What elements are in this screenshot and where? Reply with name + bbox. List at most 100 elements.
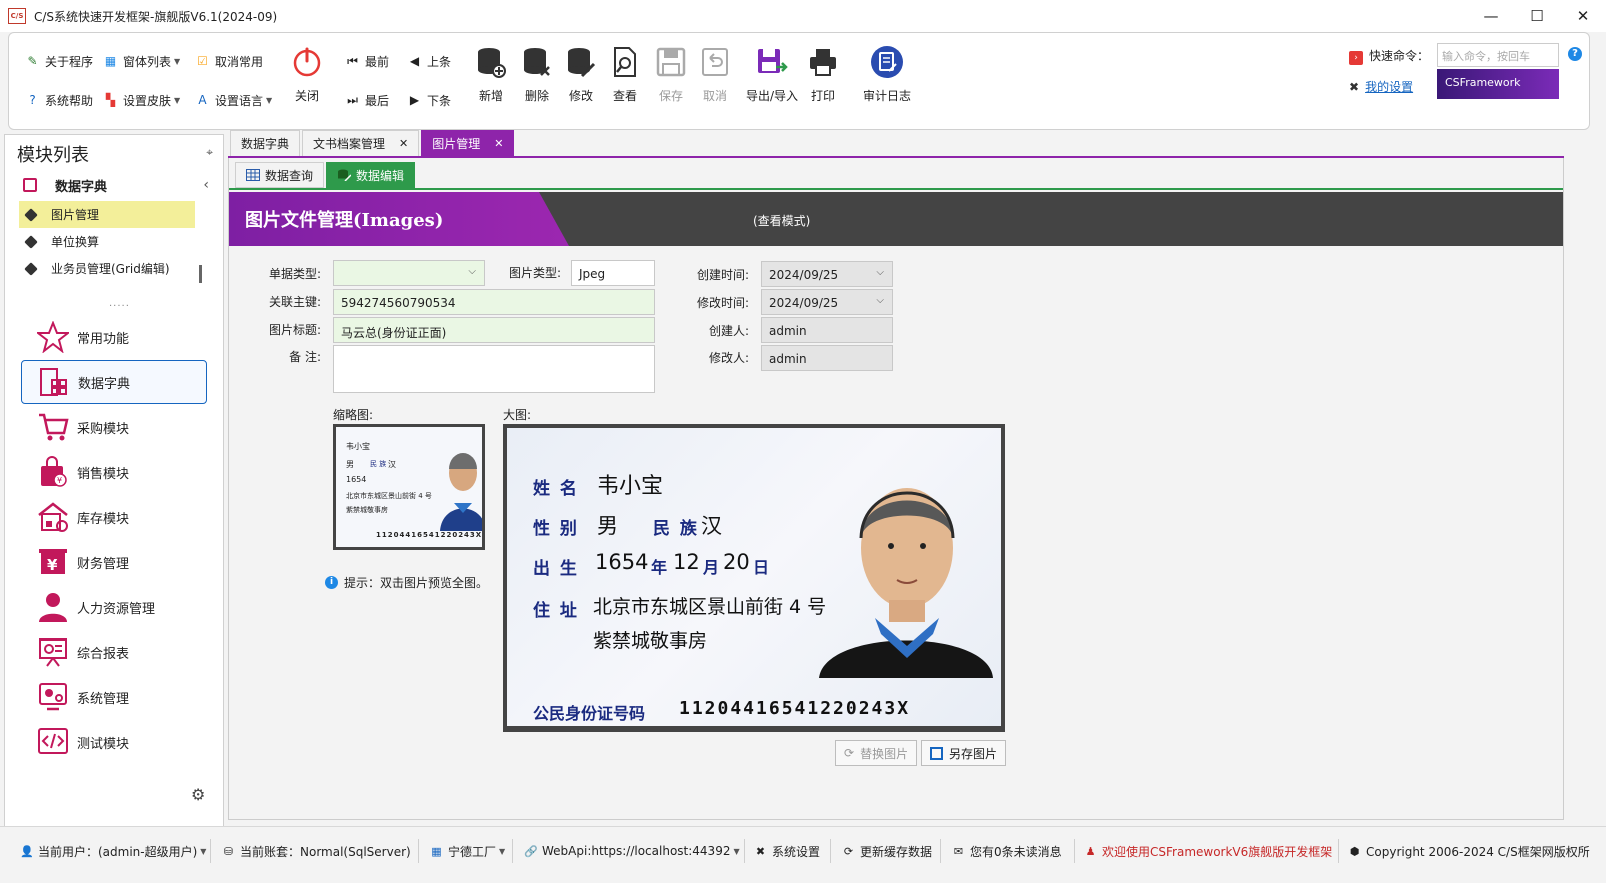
creator-field[interactable]: admin (761, 317, 893, 343)
replace-image-button[interactable]: ⟳ 替换图片 (835, 740, 918, 766)
person-icon (35, 589, 71, 625)
last-record-button[interactable]: ⏭ 最后 (345, 92, 389, 109)
tab-data-dictionary[interactable]: 数据字典 (230, 130, 301, 156)
tab-document-archive[interactable]: 文书档案管理 ✕ (302, 130, 420, 156)
image-type-field[interactable]: Jpeg (571, 260, 655, 286)
close-icon[interactable]: ✕ (399, 137, 408, 150)
creator-label: 创建人: (708, 324, 749, 338)
last-icon: ⏭ (347, 93, 358, 107)
nav-item-unit-conversion[interactable]: 单位换算 (19, 228, 195, 255)
close-window-button[interactable]: ✕ (1560, 0, 1606, 32)
status-factory[interactable]: ▦ 宁德工厂 ▼ (430, 841, 505, 861)
about-button[interactable]: ✎ 关于程序 (25, 53, 93, 70)
id-address-2: 紫禁城敬事房 (593, 630, 708, 652)
terminal-icon: › (1349, 51, 1363, 65)
module-sales[interactable]: ¥ 销售模块 (21, 450, 207, 494)
doc-type-select[interactable]: ⌵ (333, 260, 485, 286)
database-edit-small-icon (338, 169, 352, 181)
tab-image-management[interactable]: 图片管理 ✕ (421, 130, 515, 156)
tab-data-edit[interactable]: 数据编辑 (326, 162, 416, 188)
thumb-name: 韦小宝 (346, 442, 370, 451)
print-button[interactable]: 打印 (795, 45, 851, 104)
doc-type-label: 单据类型: (268, 267, 321, 281)
next-record-button[interactable]: ▶ 下条 (407, 92, 451, 109)
thumbnail-image[interactable]: 韦小宝 男 民 族 汉 1654 北京市东城区景山前街 4 号 紫禁城敬事房 1… (333, 424, 485, 550)
module-reports[interactable]: 综合报表 (21, 630, 207, 674)
big-image[interactable]: 姓 名 韦小宝 性 别 男 民 族 汉 出 生 1654 年 12 月 20 日… (503, 424, 1005, 732)
id-month-char: 月 (703, 558, 720, 577)
chevron-down-icon: ▼ (499, 846, 506, 856)
help-button[interactable]: ? 系统帮助 (25, 92, 93, 109)
grid-icon (246, 169, 260, 181)
module-label: 财务管理 (77, 556, 130, 572)
key-field[interactable]: 594274560790534 (333, 289, 655, 315)
status-webapi[interactable]: 🔗 WebApi:https://localhost:44392 ▼ (524, 841, 740, 861)
pin-icon[interactable]: ⌖ (206, 145, 213, 160)
id-birth-day: 20 (723, 550, 750, 574)
module-finance[interactable]: ¥ 财务管理 (21, 540, 207, 584)
close-module-button[interactable]: 关闭 (279, 45, 335, 104)
thumb-address-1: 北京市东城区景山前街 4 号 (346, 492, 432, 500)
status-settings[interactable]: ✖ 系统设置 (754, 841, 820, 861)
status-messages[interactable]: ✉ 您有0条未读消息 (952, 841, 1062, 861)
maximize-button[interactable]: ☐ (1514, 0, 1560, 32)
module-inventory[interactable]: 库存模块 (21, 495, 207, 539)
id-birth-month: 12 (673, 550, 700, 574)
tab-data-query[interactable]: 数据查询 (235, 162, 325, 188)
svg-text:¥: ¥ (47, 556, 58, 574)
language-button[interactable]: A 设置语言 ▼ (195, 92, 272, 109)
title-field[interactable]: 马云总(身份证正面) (333, 317, 655, 343)
status-current-user[interactable]: 👤 当前用户：(admin-超级用户) ▼ (20, 841, 206, 861)
shopping-bag-icon: ¥ (35, 454, 71, 490)
note-field[interactable] (333, 345, 655, 393)
module-system[interactable]: 系统管理 (21, 675, 207, 719)
module-hr[interactable]: 人力资源管理 (21, 585, 207, 629)
modifier-field[interactable]: admin (761, 345, 893, 371)
title-bar: C/S C/S系统快速开发框架-旗舰版V6.1(2024-09) — ☐ ✕ (0, 0, 1606, 32)
tools-icon: ✖ (1349, 80, 1360, 94)
minimize-button[interactable]: — (1468, 0, 1514, 32)
nav-scrollbar[interactable] (199, 265, 202, 283)
unfavorite-button[interactable]: ☑ 取消常用 (195, 53, 263, 70)
close-icon[interactable]: ✕ (494, 137, 503, 150)
status-separator (830, 839, 831, 863)
help-circle-icon[interactable]: ? (1568, 47, 1582, 61)
window-list-button[interactable]: ▦ 窗体列表 ▼ (103, 53, 180, 70)
finance-icon: ¥ (35, 544, 71, 580)
nav-item-salesman[interactable]: 业务员管理(Grid编辑) (19, 255, 195, 282)
cart-icon (35, 409, 71, 445)
nav-item-image-management[interactable]: 图片管理 (19, 201, 195, 228)
module-list-title: 模块列表 (17, 145, 89, 166)
gear-icon[interactable]: ⚙ (191, 785, 205, 804)
modified-time-field[interactable]: 2024/09/25 ⌵ (761, 289, 893, 315)
form-title: 图片文件管理(Images) (245, 210, 444, 231)
database-add-icon (474, 45, 508, 79)
first-record-button[interactable]: ⏮ 最前 (345, 53, 389, 70)
chevron-left-icon[interactable]: ‹ (203, 177, 209, 193)
save-image-as-button[interactable]: 另存图片 (921, 740, 1007, 766)
main-content: 数据查询 数据编辑 图片文件管理(Images) (查看模式) 单据类型: ⌵ … (228, 158, 1564, 820)
system-icon (35, 679, 71, 715)
my-settings-link[interactable]: ✖ 我的设置 (1349, 78, 1413, 95)
id-ethnic-label: 民 族 (653, 519, 699, 539)
module-purchase[interactable]: 采购模块 (21, 405, 207, 449)
created-time-field[interactable]: 2024/09/25 ⌵ (761, 261, 893, 287)
module-favorites[interactable]: 常用功能 (21, 315, 207, 359)
quick-command-input[interactable]: 输入命令，按回车 (1437, 43, 1559, 67)
audit-log-button[interactable]: 审计日志 (855, 45, 919, 104)
modifier-label: 修改人: (708, 351, 749, 365)
database-delete-icon (520, 45, 554, 79)
status-user-text: 当前用户：(admin-超级用户) (38, 844, 198, 859)
status-refresh-cache[interactable]: ⟳ 更新缓存数据 (842, 841, 932, 861)
status-account-text: 当前账套：Normal(SqlServer) (240, 844, 411, 859)
prev-record-button[interactable]: ◀ 上条 (407, 53, 451, 70)
status-separator (1074, 839, 1075, 863)
group-header-dictionary[interactable]: 数据字典 ‹ (5, 173, 223, 197)
tab-label: 文书档案管理 (313, 137, 386, 151)
module-dictionary[interactable]: 数据字典 (21, 360, 207, 404)
ribbon-toolbar: ✎ 关于程序 ▦ 窗体列表 ▼ ☑ 取消常用 ? 系统帮助 ▚ 设置皮肤 ▼ A… (8, 32, 1590, 130)
skin-button[interactable]: ▚ 设置皮肤 ▼ (103, 92, 180, 109)
splitter-grip[interactable]: ····· (109, 301, 130, 312)
module-test[interactable]: 测试模块 (21, 720, 207, 764)
skin-label: 设置皮肤 (123, 94, 172, 108)
